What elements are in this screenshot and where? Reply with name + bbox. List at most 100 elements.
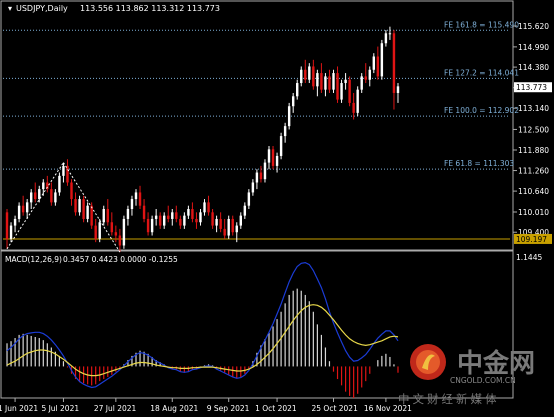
candle-body: [312, 66, 315, 87]
date-axis-label: 5 Jul 2021: [41, 404, 79, 413]
candle-body: [207, 202, 210, 213]
date-axis-label: 18 Aug 2021: [150, 404, 198, 413]
price-axis: 115.620114.990114.380113.760113.140112.5…: [513, 22, 552, 244]
candle-body: [138, 192, 142, 206]
candle-body: [122, 218, 126, 246]
candle-body: [146, 218, 150, 233]
symbol-caret-icon[interactable]: ▾: [8, 4, 12, 13]
watermark-brand: 中金网: [457, 349, 536, 379]
date-axis-label: 11 Jun 2021: [0, 404, 38, 413]
candle-body: [62, 165, 65, 176]
candle-body: [171, 212, 174, 219]
price-axis-label: 114.990: [518, 43, 549, 52]
candle-body: [118, 235, 122, 246]
macd-signal-line: [6, 304, 399, 377]
macd-values: 0.3457 0.4423 0.0000 -0.1255: [63, 255, 178, 264]
candle-body: [263, 162, 267, 180]
candle-body: [25, 202, 29, 213]
candle-body: [340, 83, 343, 100]
candle-body: [300, 69, 303, 84]
candle-body: [344, 79, 347, 84]
watermark-url: CNGOLD.COM.CN: [450, 376, 516, 385]
candle-body: [150, 218, 154, 233]
candle-body: [34, 192, 37, 200]
date-axis-label: 27 Jul 2021: [94, 404, 137, 413]
support-price-label: 109.197: [516, 235, 547, 244]
candle-body: [98, 222, 101, 239]
candle-body: [215, 218, 218, 226]
candle-body: [42, 182, 45, 190]
candle-body: [17, 205, 21, 219]
candle-body: [243, 205, 247, 216]
candle-body: [102, 209, 105, 223]
candle-body: [106, 209, 109, 223]
candle-body: [154, 215, 158, 219]
fib-level-label: FE 161.8 = 115.490: [444, 20, 519, 29]
candle-body: [70, 182, 73, 200]
candle-body: [114, 232, 118, 236]
date-axis-label: 25 Oct 2021: [311, 404, 358, 413]
candle-body: [279, 136, 283, 156]
candle-body: [384, 33, 388, 44]
candle-body: [380, 43, 384, 77]
candle-body: [364, 76, 367, 80]
price-axis-label: 113.140: [518, 104, 549, 113]
candle-body: [175, 212, 178, 219]
candle-body: [235, 225, 238, 233]
candle-body: [21, 205, 25, 213]
candle-body: [66, 165, 69, 183]
candle-body: [163, 215, 166, 226]
candle-body: [255, 172, 259, 183]
candle-body: [195, 218, 198, 223]
candle-body: [86, 205, 89, 219]
candle-body: [219, 218, 222, 229]
candle-body: [304, 69, 307, 80]
price-axis-label: 115.620: [518, 22, 549, 31]
candle-body: [130, 199, 134, 210]
candle-body: [134, 192, 138, 200]
candle-body: [316, 73, 319, 87]
macd-plot: [6, 261, 399, 398]
candle-body: [187, 209, 190, 216]
candle-body: [259, 172, 263, 180]
price-axis-label: 112.500: [518, 125, 549, 134]
watermark: 中金网 CNGOLD.COM.CN 中文财经新媒体: [398, 340, 548, 410]
candle-body: [13, 218, 17, 226]
candle-body: [328, 76, 331, 90]
candle-body: [183, 215, 186, 226]
candle-body: [296, 83, 299, 97]
candle-body: [283, 126, 287, 137]
candle-body: [78, 199, 81, 213]
candle-body: [199, 212, 202, 223]
price-axis-label: 111.880: [518, 146, 549, 155]
candle-body: [372, 56, 376, 70]
candle-body: [110, 222, 114, 233]
chart-symbol: USDJPY,Daily: [16, 4, 68, 13]
candle-body: [82, 199, 85, 219]
candle-body: [223, 228, 226, 236]
candle-body: [392, 33, 396, 93]
price-axis-label: 110.640: [518, 187, 549, 196]
candle-body: [9, 225, 13, 239]
candle-body: [332, 73, 335, 90]
candle-body: [58, 175, 61, 193]
candle-body: [247, 192, 251, 206]
fib-level-label: FE 100.0 = 112.902: [444, 106, 519, 115]
candle-body: [368, 69, 371, 80]
candle-body: [231, 218, 234, 233]
candle-body: [211, 212, 214, 226]
candle-body: [356, 89, 359, 113]
candle-body: [396, 86, 400, 93]
date-axis-label: 1 Oct 2021: [255, 404, 297, 413]
candle-body: [142, 205, 146, 219]
candle-body: [360, 76, 363, 90]
candle-body: [308, 66, 311, 80]
candle-body: [336, 73, 339, 100]
candle-body: [126, 209, 130, 219]
candle-body: [29, 192, 33, 203]
price-axis-label: 110.010: [518, 208, 549, 217]
candle-body: [227, 218, 230, 236]
date-axis: 11 Jun 20215 Jul 2021 27 Jul 2021 18 Aug 2…: [0, 398, 412, 413]
candle-body: [167, 215, 170, 219]
candle-body: [158, 215, 162, 226]
